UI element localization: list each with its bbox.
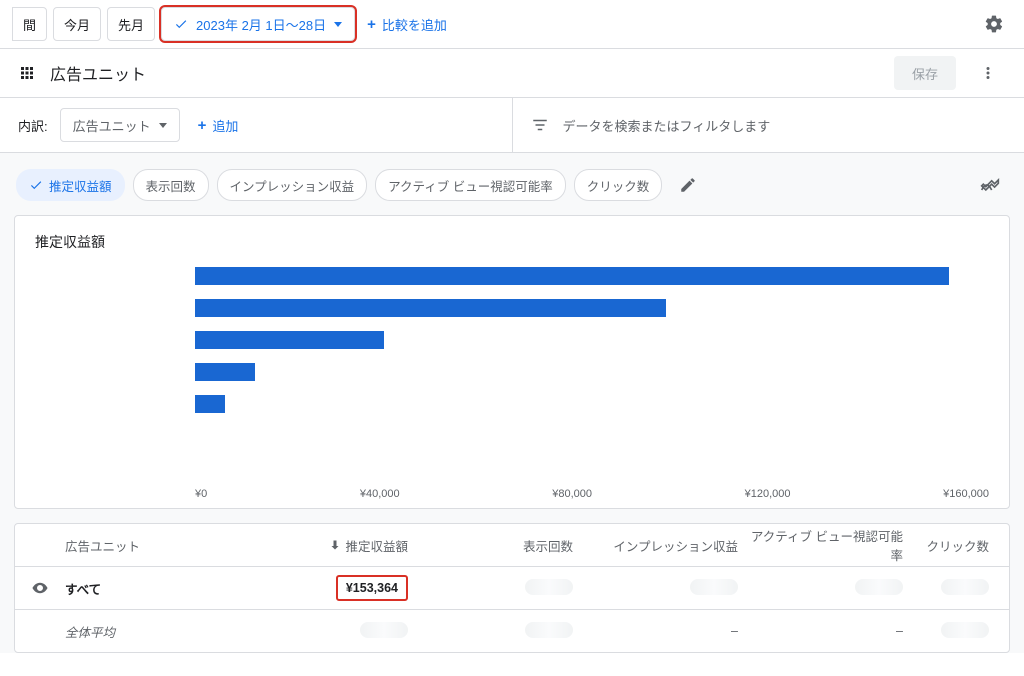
data-table: 広告ユニット 推定収益額 表示回数 インプレッション収益 アクティブ ビュー視認… xyxy=(14,523,1010,653)
chart-bar xyxy=(195,363,255,381)
metric-chip-impressions[interactable]: 表示回数 xyxy=(133,169,209,201)
col-imp-revenue[interactable]: インプレッション収益 xyxy=(583,536,748,555)
more-vert-icon xyxy=(979,64,997,82)
axis-tick: ¥80,000 xyxy=(552,488,592,500)
table-header-row: 広告ユニット 推定収益額 表示回数 インプレッション収益 アクティブ ビュー視認… xyxy=(15,524,1009,567)
axis-tick: ¥0 xyxy=(195,488,207,500)
chart-bar xyxy=(195,267,949,285)
visibility-toggle[interactable] xyxy=(15,579,65,597)
chart-bar xyxy=(195,331,384,349)
page-title: 広告ユニット xyxy=(50,61,146,85)
pencil-icon xyxy=(679,176,697,194)
date-range-label: 2023年 2月 1日～28日 xyxy=(196,15,326,34)
redacted-value xyxy=(690,579,738,595)
metric-chip-revenue[interactable]: 推定収益額 xyxy=(16,169,125,201)
chart-bars xyxy=(195,260,989,480)
row-name: 全体平均 xyxy=(65,622,223,641)
chart-bar xyxy=(195,395,225,413)
add-breakdown-button[interactable]: + 追加 xyxy=(192,116,245,135)
redacted-value xyxy=(525,579,573,595)
content-area: 推定収益額 表示回数 インプレッション収益 アクティブ ビュー視認可能率 クリッ… xyxy=(0,153,1024,653)
search-filter[interactable]: データを検索またはフィルタします xyxy=(513,98,1024,152)
chart-title: 推定収益額 xyxy=(35,232,989,252)
caret-down-icon xyxy=(334,22,342,27)
plus-icon: + xyxy=(198,118,207,133)
period-this-month[interactable]: 今月 xyxy=(53,7,101,41)
plus-icon: + xyxy=(367,17,376,32)
eye-icon xyxy=(31,579,49,597)
redacted-value xyxy=(525,622,573,638)
period-custom-truncated[interactable]: 間 xyxy=(12,7,47,41)
redacted-value xyxy=(941,579,989,595)
breakdown-label: 内訳: xyxy=(18,116,48,135)
multiline-chart-icon xyxy=(980,175,1000,195)
apps-button[interactable] xyxy=(18,64,36,82)
caret-down-icon xyxy=(159,123,167,128)
gear-icon xyxy=(984,14,1004,34)
page-header: 広告ユニット 保存 xyxy=(0,49,1024,98)
search-placeholder: データを検索またはフィルタします xyxy=(563,116,771,135)
chart-x-axis: ¥0 ¥40,000 ¥80,000 ¥120,000 ¥160,000 xyxy=(35,484,989,500)
edit-metrics-button[interactable] xyxy=(670,167,706,203)
check-icon xyxy=(29,178,43,192)
axis-tick: ¥160,000 xyxy=(943,488,989,500)
axis-tick: ¥40,000 xyxy=(360,488,400,500)
add-compare-button[interactable]: + 比較を追加 xyxy=(361,15,453,34)
filter-icon xyxy=(531,116,549,134)
apps-icon xyxy=(18,64,36,82)
add-compare-label: 比較を追加 xyxy=(382,15,447,34)
col-clicks[interactable]: クリック数 xyxy=(913,536,1009,555)
chart-category-labels xyxy=(35,260,195,480)
metric-chip-imp-revenue[interactable]: インプレッション収益 xyxy=(217,169,368,201)
col-unit[interactable]: 広告ユニット xyxy=(65,536,223,555)
arrow-down-icon xyxy=(329,539,341,551)
date-range-picker[interactable]: 2023年 2月 1日～28日 xyxy=(161,7,355,41)
settings-button[interactable] xyxy=(976,6,1012,42)
redacted-value xyxy=(360,622,408,638)
chart-bar xyxy=(195,299,666,317)
table-row: 全体平均 – – xyxy=(15,610,1009,652)
redacted-value xyxy=(855,579,903,595)
save-button: 保存 xyxy=(894,56,956,90)
chart-area xyxy=(35,260,989,480)
metric-chip-active-view[interactable]: アクティブ ビュー視認可能率 xyxy=(375,169,566,201)
row-name: すべて xyxy=(65,579,223,598)
row-revenue-total: ¥153,364 xyxy=(336,575,408,601)
col-active-view[interactable]: アクティブ ビュー視認可能率 xyxy=(748,526,913,564)
top-bar: 間 今月 先月 2023年 2月 1日～28日 + 比較を追加 xyxy=(0,0,1024,49)
breakdown-controls: 内訳: 広告ユニット + 追加 xyxy=(0,98,513,152)
row-active-view: – xyxy=(748,624,913,638)
overflow-menu-button[interactable] xyxy=(970,55,1006,91)
filter-row: 内訳: 広告ユニット + 追加 データを検索またはフィルタします xyxy=(0,98,1024,153)
redacted-value xyxy=(941,622,989,638)
col-revenue[interactable]: 推定収益額 xyxy=(223,536,418,555)
table-row: すべて ¥153,364 xyxy=(15,567,1009,610)
period-last-month[interactable]: 先月 xyxy=(107,7,155,41)
axis-tick: ¥120,000 xyxy=(745,488,791,500)
chart-type-toggle[interactable] xyxy=(972,167,1008,203)
breakdown-dropdown[interactable]: 広告ユニット xyxy=(60,108,180,142)
row-imp-revenue: – xyxy=(583,624,748,638)
metric-chip-clicks[interactable]: クリック数 xyxy=(574,169,663,201)
check-icon xyxy=(174,17,188,31)
chart-card: 推定収益額 ¥0 ¥40,000 ¥80,000 ¥120,000 ¥160,000 xyxy=(14,215,1010,509)
col-impressions[interactable]: 表示回数 xyxy=(418,536,583,555)
metric-chip-row: 推定収益額 表示回数 インプレッション収益 アクティブ ビュー視認可能率 クリッ… xyxy=(14,163,1010,215)
